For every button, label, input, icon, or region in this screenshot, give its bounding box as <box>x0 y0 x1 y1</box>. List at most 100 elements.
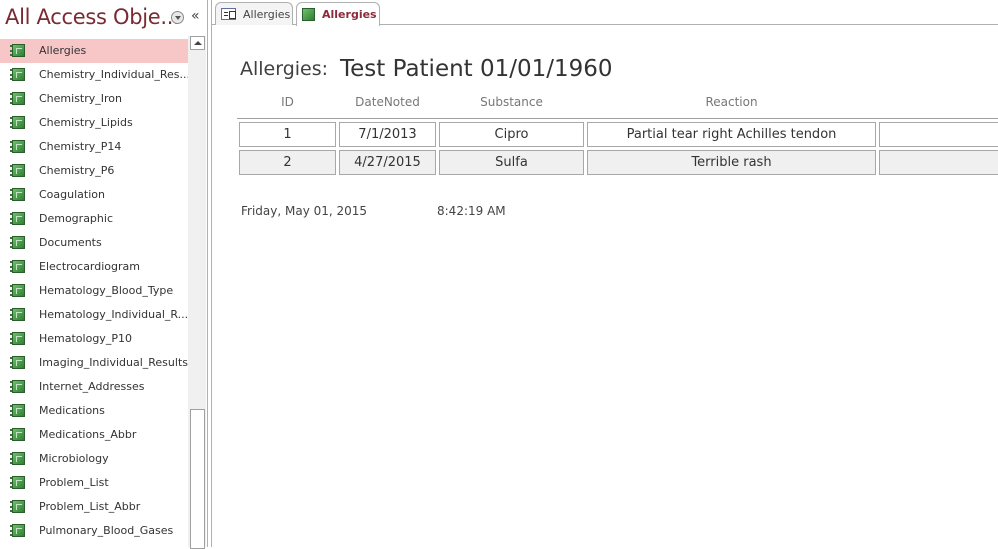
nav-item-chemistry-individual-results[interactable]: Chemistry_Individual_Res... <box>0 63 190 87</box>
nav-item-chemistry-iron[interactable]: Chemistry_Iron <box>0 87 188 111</box>
report-icon <box>10 476 25 489</box>
scroll-up-arrow-icon[interactable] <box>190 36 205 50</box>
report-icon <box>10 500 25 513</box>
tab-label: Allergies <box>322 8 377 21</box>
report-caption: Allergies: <box>240 58 329 80</box>
header-divider <box>237 118 998 119</box>
nav-item-label: Hematology_Individual_R... <box>39 308 189 321</box>
cell-substance: Cipro <box>439 122 584 147</box>
nav-item-problem-list[interactable]: Problem_List <box>0 471 188 495</box>
nav-item-label: Problem_List_Abbr <box>39 500 141 513</box>
nav-item-chemistry-p14[interactable]: Chemistry_P14 <box>0 135 188 159</box>
pane-divider <box>207 0 208 547</box>
nav-item-internet-addresses[interactable]: Internet_Addresses <box>0 375 188 399</box>
report-icon <box>10 44 25 57</box>
report-icon <box>10 428 25 441</box>
pane-divider-inner <box>211 0 212 547</box>
nav-item-label: Imaging_Individual_Results <box>39 356 188 369</box>
report-footer-time: 8:42:19 AM <box>437 204 506 218</box>
cell-date-noted: 7/1/2013 <box>339 122 436 147</box>
nav-item-allergies[interactable]: Allergies <box>0 39 188 63</box>
column-header-substance: Substance <box>480 95 543 109</box>
nav-item-medications-abbr[interactable]: Medications_Abbr <box>0 423 188 447</box>
nav-item-label: Hematology_P10 <box>39 332 132 345</box>
report-icon <box>302 8 315 21</box>
nav-item-microbiology[interactable]: Microbiology <box>0 447 188 471</box>
table-row: 1 7/1/2013 Cipro Partial tear right Achi… <box>237 121 998 149</box>
tab-label: Allergies <box>243 7 291 21</box>
tab-allergies-form[interactable]: Allergies <box>215 2 293 25</box>
nav-item-label: Demographic <box>39 212 113 225</box>
nav-item-label: Chemistry_Iron <box>39 92 122 105</box>
report-icon <box>10 284 25 297</box>
column-header-id: ID <box>281 95 294 109</box>
cell-reaction: Partial tear right Achilles tendon <box>587 122 876 147</box>
nav-item-problem-list-abbr[interactable]: Problem_List_Abbr <box>0 495 188 519</box>
column-header-datenoted: DateNoted <box>355 95 420 109</box>
nav-object-list: Allergies Chemistry_Individual_Res... Ch… <box>0 39 190 543</box>
nav-item-chemistry-p6[interactable]: Chemistry_P6 <box>0 159 188 183</box>
report-icon <box>10 164 25 177</box>
tab-allergies-report[interactable]: Allergies <box>296 2 380 26</box>
report-icon <box>10 356 25 369</box>
cell-extra <box>879 122 998 147</box>
nav-item-label: Problem_List <box>39 476 109 489</box>
report-footer-date: Friday, May 01, 2015 <box>241 204 368 218</box>
nav-item-label: Chemistry_P6 <box>39 164 115 177</box>
nav-item-label: Coagulation <box>39 188 105 201</box>
nav-item-label: Pulmonary_Blood_Gases <box>39 524 174 537</box>
nav-item-label: Hematology_Blood_Type <box>39 284 174 297</box>
report-icon <box>10 260 25 273</box>
report-icon <box>10 452 25 465</box>
nav-item-label: Allergies <box>39 44 87 57</box>
report-icon <box>10 116 25 129</box>
navigation-pane: All Access Obje... « Allergies Chemistry… <box>0 0 207 549</box>
nav-item-label: Chemistry_P14 <box>39 140 122 153</box>
nav-item-label: Electrocardiogram <box>39 260 140 273</box>
document-tab-bar: Allergies Allergies <box>212 0 998 26</box>
report-icon <box>10 140 25 153</box>
nav-item-label: Medications_Abbr <box>39 428 137 441</box>
nav-item-imaging-individual-results[interactable]: Imaging_Individual_Results <box>0 351 188 375</box>
report-icon <box>10 188 25 201</box>
cell-extra <box>879 150 998 175</box>
nav-pane-title[interactable]: All Access Obje... <box>5 5 180 29</box>
report-icon <box>10 308 25 321</box>
nav-item-coagulation[interactable]: Coagulation <box>0 183 188 207</box>
column-header-reaction: Reaction <box>705 95 758 109</box>
report-icon <box>10 92 25 105</box>
report-icon <box>10 68 25 81</box>
nav-item-electrocardiogram[interactable]: Electrocardiogram <box>0 255 188 279</box>
cell-date-noted: 4/27/2015 <box>339 150 436 175</box>
form-icon <box>221 8 236 20</box>
cell-reaction: Terrible rash <box>587 150 876 175</box>
nav-item-label: Internet_Addresses <box>39 380 145 393</box>
nav-item-label: Microbiology <box>39 452 109 465</box>
nav-item-documents[interactable]: Documents <box>0 231 188 255</box>
nav-scrollbar-thumb[interactable] <box>190 409 205 549</box>
nav-item-label: Chemistry_Lipids <box>39 116 133 129</box>
report-title: Test Patient 01/01/1960 <box>340 56 613 82</box>
cell-id: 1 <box>239 122 336 147</box>
report-icon <box>10 380 25 393</box>
nav-item-demographic[interactable]: Demographic <box>0 207 188 231</box>
nav-item-hematology-individual-results[interactable]: Hematology_Individual_R... <box>0 303 188 327</box>
table-row: 2 4/27/2015 Sulfa Terrible rash <box>237 149 998 177</box>
chevron-down-circle-icon[interactable] <box>171 11 184 24</box>
report-icon <box>10 524 25 537</box>
nav-item-label: Documents <box>39 236 102 249</box>
nav-item-hematology-blood-type[interactable]: Hematology_Blood_Type <box>0 279 188 303</box>
report-icon <box>10 236 25 249</box>
report-icon <box>10 212 25 225</box>
nav-item-medications[interactable]: Medications <box>0 399 188 423</box>
nav-item-chemistry-lipids[interactable]: Chemistry_Lipids <box>0 111 188 135</box>
cell-id: 2 <box>239 150 336 175</box>
nav-item-pulmonary-blood-gases[interactable]: Pulmonary_Blood_Gases <box>0 519 188 543</box>
collapse-pane-button[interactable]: « <box>191 8 200 24</box>
report-icon <box>10 404 25 417</box>
nav-item-label: Chemistry_Individual_Res... <box>39 68 190 81</box>
nav-item-hematology-p10[interactable]: Hematology_P10 <box>0 327 188 351</box>
cell-substance: Sulfa <box>439 150 584 175</box>
report-icon <box>10 332 25 345</box>
nav-item-label: Medications <box>39 404 105 417</box>
